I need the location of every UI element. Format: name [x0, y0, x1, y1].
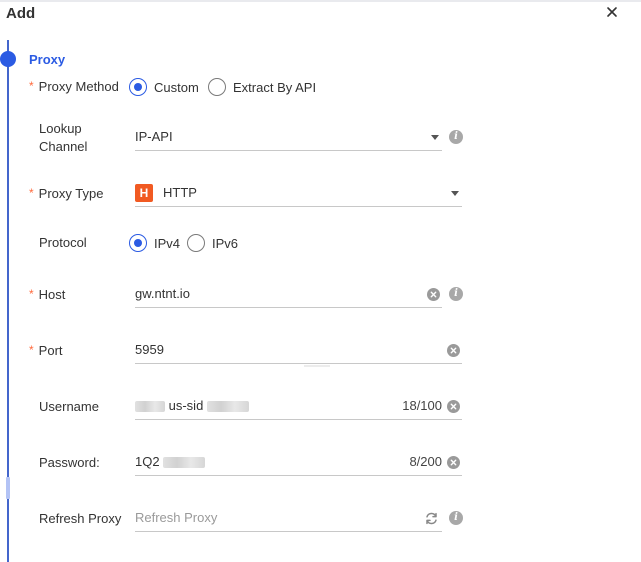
dialog-title: Add: [6, 5, 36, 22]
proxy-type-select[interactable]: H HTTP: [135, 182, 462, 207]
refresh-proxy-input[interactable]: Refresh Proxy: [135, 507, 442, 532]
radio-label: Custom: [154, 79, 199, 95]
radio-circle[interactable]: [129, 78, 147, 96]
username-char-counter: 18/100: [402, 398, 442, 413]
top-divider: [0, 0, 641, 2]
redacted-text: [135, 401, 165, 413]
host-label: * Host: [29, 287, 66, 302]
host-value[interactable]: gw.ntnt.io: [135, 286, 190, 301]
password-label: Password:: [39, 455, 100, 470]
required-marker: *: [29, 186, 34, 200]
lookup-channel-value: IP-API: [135, 129, 173, 144]
radio-label: Extract By API: [233, 79, 317, 95]
username-label: Username: [39, 399, 99, 414]
caret-down-icon[interactable]: [431, 135, 439, 140]
refresh-icon[interactable]: [424, 511, 439, 526]
caret-down-icon[interactable]: [451, 191, 459, 196]
port-value[interactable]: 5959: [135, 342, 164, 357]
divider: [304, 365, 330, 367]
password-char-counter: 8/200: [409, 454, 442, 469]
refresh-proxy-placeholder[interactable]: Refresh Proxy: [135, 510, 217, 525]
radio-label: IPv6: [212, 235, 239, 251]
proxy-method-label: * Proxy Method: [29, 79, 119, 94]
radio-label: IPv4: [154, 235, 181, 251]
password-value[interactable]: 1Q2: [135, 454, 206, 469]
refresh-proxy-label: Refresh Proxy: [39, 511, 122, 526]
timeline-scroll-handle[interactable]: [6, 477, 10, 499]
clear-icon[interactable]: [447, 456, 460, 469]
info-icon[interactable]: i: [449, 287, 463, 301]
info-icon[interactable]: i: [449, 130, 463, 144]
port-label: * Port: [29, 343, 63, 358]
radio-protocol-ipv6[interactable]: IPv6: [187, 234, 238, 252]
clear-icon[interactable]: [447, 400, 460, 413]
required-marker: *: [29, 343, 34, 357]
proxy-type-value: HTTP: [163, 185, 197, 200]
redacted-text: [163, 457, 206, 469]
proxy-type-label: * Proxy Type: [29, 186, 104, 201]
host-input[interactable]: gw.ntnt.io: [135, 283, 442, 308]
radio-circle[interactable]: [187, 234, 205, 252]
http-badge: H: [135, 184, 153, 202]
redacted-text: [206, 401, 249, 413]
protocol-label: Protocol: [39, 235, 87, 250]
clear-icon[interactable]: [427, 288, 440, 301]
radio-circle[interactable]: [208, 78, 226, 96]
lookup-channel-label: Lookup Channel: [39, 121, 88, 154]
close-icon[interactable]: [604, 4, 620, 20]
lookup-channel-select[interactable]: IP-API: [135, 126, 442, 151]
info-icon[interactable]: i: [449, 511, 463, 525]
required-marker: *: [29, 287, 34, 301]
radio-proxy-method-extract-by-api[interactable]: Extract By API: [208, 78, 316, 96]
port-input[interactable]: 5959: [135, 339, 462, 364]
section-title: Proxy: [29, 52, 66, 67]
username-value[interactable]: us-sid: [135, 398, 249, 413]
password-input[interactable]: 1Q2 8/200: [135, 451, 462, 476]
radio-protocol-ipv4[interactable]: IPv4: [129, 234, 180, 252]
radio-circle[interactable]: [129, 234, 147, 252]
username-input[interactable]: us-sid 18/100: [135, 395, 462, 420]
step-dot: [0, 51, 16, 67]
clear-icon[interactable]: [447, 344, 460, 357]
radio-proxy-method-custom[interactable]: Custom: [129, 78, 199, 96]
required-marker: *: [29, 79, 34, 93]
